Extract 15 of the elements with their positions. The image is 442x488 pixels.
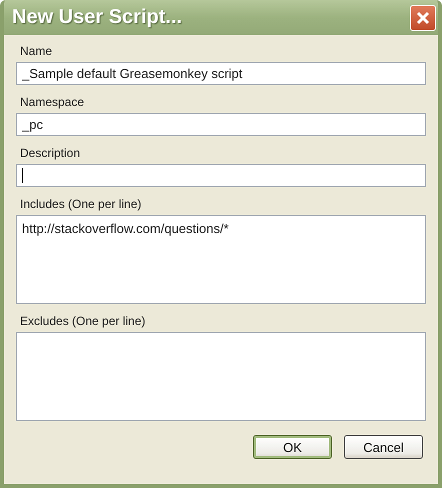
input-field[interactable]: _pc bbox=[16, 113, 426, 136]
text-area[interactable] bbox=[16, 332, 426, 421]
window-title: New User Script... bbox=[12, 6, 182, 29]
field-label: Includes (One per line) bbox=[20, 197, 142, 211]
text-area[interactable]: http://stackoverflow.com/questions/* bbox=[16, 215, 426, 304]
field-label: Namespace bbox=[20, 95, 86, 109]
close-button[interactable] bbox=[410, 4, 436, 30]
dialog-button[interactable]: Cancel bbox=[344, 435, 423, 459]
field-label: Name bbox=[20, 44, 54, 58]
field-label: Excludes (One per line) bbox=[20, 314, 146, 328]
close-icon bbox=[415, 10, 431, 26]
field-label: Description bbox=[20, 146, 82, 160]
input-field[interactable] bbox=[16, 164, 426, 187]
dialog-button[interactable]: OK bbox=[253, 435, 332, 459]
input-field[interactable]: _Sample default Greasemonkey script bbox=[16, 62, 426, 85]
